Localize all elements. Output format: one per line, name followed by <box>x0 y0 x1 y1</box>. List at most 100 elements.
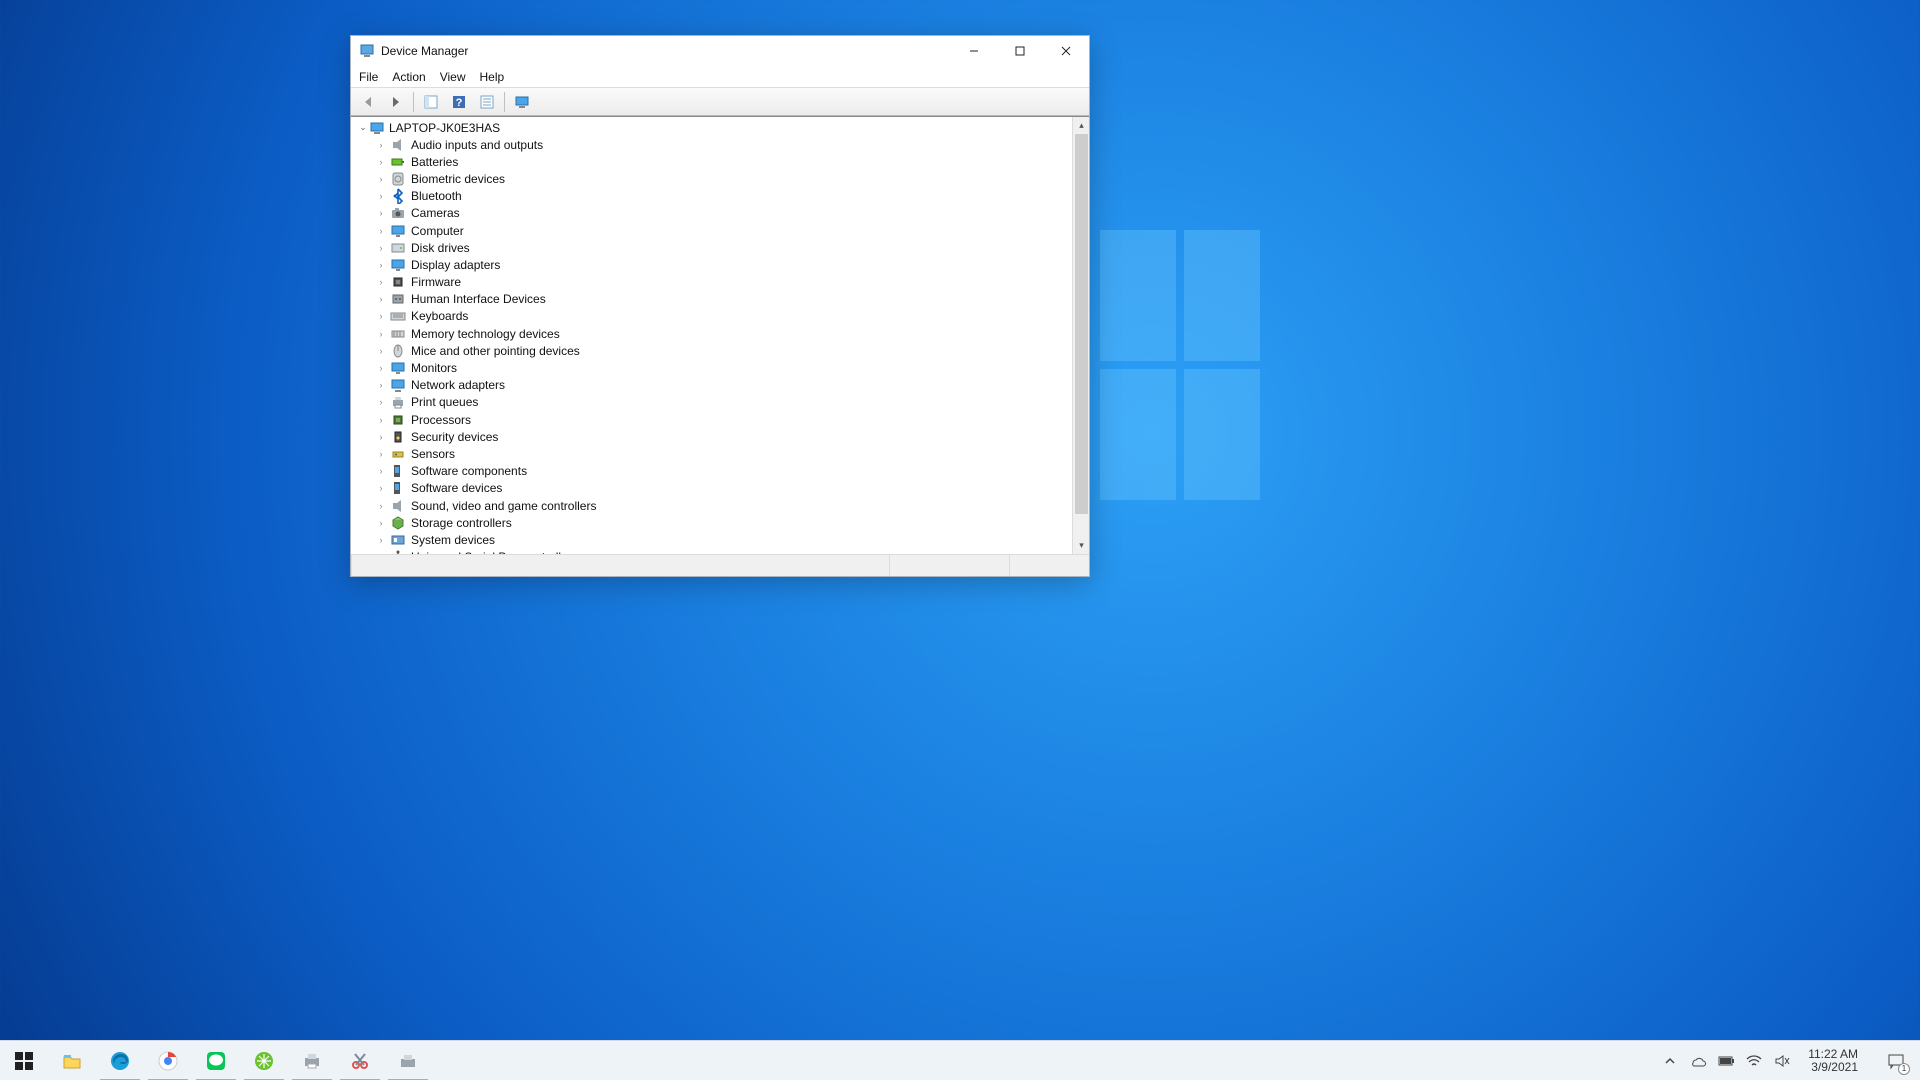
back-button[interactable] <box>357 91 379 113</box>
tree-item[interactable]: ›Bluetooth <box>357 188 1072 205</box>
tray-overflow-icon[interactable] <box>1662 1053 1678 1069</box>
expand-icon[interactable]: › <box>375 226 387 236</box>
tree-item[interactable]: › Network adapters <box>357 377 1072 394</box>
network-icon <box>390 377 406 393</box>
tree-item-label: Universal Serial Bus controllers <box>411 550 578 554</box>
app-green-button[interactable] <box>240 1041 288 1080</box>
menu-file[interactable]: File <box>359 70 378 84</box>
expand-icon[interactable]: › <box>375 277 387 287</box>
tree-item[interactable]: › Universal Serial Bus controllers <box>357 549 1072 555</box>
tree-item[interactable]: ›Disk drives <box>357 239 1072 256</box>
edge-browser-button[interactable] <box>96 1041 144 1080</box>
expand-icon[interactable]: › <box>375 208 387 218</box>
taskbar[interactable]: 11:22 AM 3/9/2021 1 <box>0 1040 1920 1080</box>
tree-item[interactable]: ›Audio inputs and outputs <box>357 136 1072 153</box>
tree-item[interactable]: ›Display adapters <box>357 256 1072 273</box>
tree-item[interactable]: ›Storage controllers <box>357 514 1072 531</box>
tree-item-label: Keyboards <box>411 309 468 323</box>
tree-item[interactable]: ›Sound, video and game controllers <box>357 497 1072 514</box>
app-printer-button[interactable] <box>288 1041 336 1080</box>
expand-icon[interactable]: › <box>375 191 387 201</box>
show-hide-tree-button[interactable] <box>420 91 442 113</box>
tree-item[interactable]: › Mice and other pointing devices <box>357 342 1072 359</box>
expand-icon[interactable]: › <box>375 483 387 493</box>
expand-icon[interactable]: › <box>375 294 387 304</box>
expand-icon[interactable]: › <box>375 380 387 390</box>
menu-action[interactable]: Action <box>392 70 425 84</box>
start-button[interactable] <box>0 1041 48 1080</box>
expand-icon[interactable]: › <box>375 311 387 321</box>
scroll-thumb[interactable] <box>1075 134 1088 514</box>
collapse-icon[interactable]: ⌄ <box>357 122 369 133</box>
tree-item-label: Mice and other pointing devices <box>411 344 580 358</box>
tree-item[interactable]: › Security devices <box>357 428 1072 445</box>
file-explorer-button[interactable] <box>48 1041 96 1080</box>
device-manager-taskbar-button[interactable] <box>384 1041 432 1080</box>
expand-icon[interactable]: › <box>375 157 387 167</box>
expand-icon[interactable]: › <box>375 518 387 528</box>
clock[interactable]: 11:22 AM 3/9/2021 <box>1802 1048 1864 1074</box>
expand-icon[interactable]: › <box>375 260 387 270</box>
menu-view[interactable]: View <box>440 70 466 84</box>
expand-icon[interactable]: › <box>375 415 387 425</box>
tree-item[interactable]: ›Memory technology devices <box>357 325 1072 342</box>
tree-item-label: Security devices <box>411 430 498 444</box>
expand-icon[interactable]: › <box>375 535 387 545</box>
chrome-browser-button[interactable] <box>144 1041 192 1080</box>
line-app-button[interactable] <box>192 1041 240 1080</box>
scan-hardware-button[interactable] <box>511 91 533 113</box>
expand-icon[interactable]: › <box>375 466 387 476</box>
expand-icon[interactable]: › <box>375 174 387 184</box>
expand-icon[interactable]: › <box>375 243 387 253</box>
titlebar[interactable]: Device Manager <box>351 36 1089 66</box>
help-button[interactable]: ? <box>448 91 470 113</box>
volume-muted-icon[interactable] <box>1774 1053 1790 1069</box>
tree-item[interactable]: ›Print queues <box>357 394 1072 411</box>
expand-icon[interactable]: › <box>375 552 387 554</box>
tree-item-label: Batteries <box>411 155 458 169</box>
bluetooth-icon <box>390 188 406 204</box>
tree-item[interactable]: ›Biometric devices <box>357 170 1072 187</box>
vertical-scrollbar[interactable]: ▴ ▾ <box>1072 117 1089 554</box>
tree-item-label: Network adapters <box>411 378 505 392</box>
tree-item[interactable]: ›System devices <box>357 531 1072 548</box>
wifi-icon[interactable] <box>1746 1053 1762 1069</box>
tree-item[interactable]: ›Software components <box>357 463 1072 480</box>
speaker-icon <box>390 498 406 514</box>
tree-item[interactable]: ›Cameras <box>357 205 1072 222</box>
tree-item-label: Firmware <box>411 275 461 289</box>
tree-item[interactable]: ›Computer <box>357 222 1072 239</box>
scroll-up-button[interactable]: ▴ <box>1073 117 1089 134</box>
tree-item[interactable]: ›Processors <box>357 411 1072 428</box>
tree-item[interactable]: › Keyboards <box>357 308 1072 325</box>
scroll-down-button[interactable]: ▾ <box>1073 537 1089 554</box>
expand-icon[interactable]: › <box>375 501 387 511</box>
properties-button[interactable] <box>476 91 498 113</box>
tree-item[interactable]: › Batteries <box>357 153 1072 170</box>
expand-icon[interactable]: › <box>375 397 387 407</box>
expand-icon[interactable]: › <box>375 346 387 356</box>
tree-item[interactable]: ›Software devices <box>357 480 1072 497</box>
forward-button[interactable] <box>385 91 407 113</box>
expand-icon[interactable]: › <box>375 329 387 339</box>
tree-item[interactable]: ›Human Interface Devices <box>357 291 1072 308</box>
snipping-tool-button[interactable] <box>336 1041 384 1080</box>
expand-icon[interactable]: › <box>375 432 387 442</box>
expand-icon[interactable]: › <box>375 363 387 373</box>
tree-item[interactable]: ›Sensors <box>357 445 1072 462</box>
expand-icon[interactable]: › <box>375 140 387 150</box>
tree-item[interactable]: › Firmware <box>357 274 1072 291</box>
tree-root[interactable]: ⌄LAPTOP-JK0E3HAS <box>357 119 1072 136</box>
tree-item[interactable]: ›Monitors <box>357 359 1072 376</box>
onedrive-icon[interactable] <box>1690 1053 1706 1069</box>
battery-icon[interactable] <box>1718 1053 1734 1069</box>
expand-icon[interactable]: › <box>375 449 387 459</box>
menu-help[interactable]: Help <box>480 70 505 84</box>
minimize-button[interactable] <box>951 36 997 66</box>
disk-icon <box>390 240 406 256</box>
action-center-button[interactable]: 1 <box>1876 1041 1916 1080</box>
device-tree[interactable]: ⌄LAPTOP-JK0E3HAS›Audio inputs and output… <box>351 117 1072 554</box>
close-button[interactable] <box>1043 36 1089 66</box>
memory-icon <box>390 326 406 342</box>
maximize-button[interactable] <box>997 36 1043 66</box>
